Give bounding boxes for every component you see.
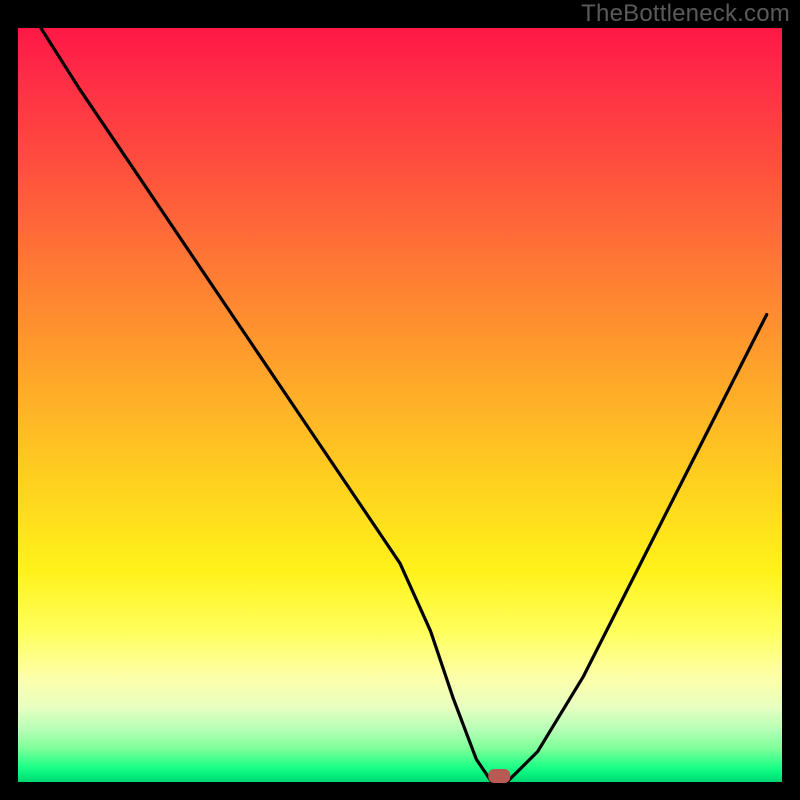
curve-layer [18, 28, 782, 782]
chart-container: TheBottleneck.com [0, 0, 800, 800]
optimal-point-marker [488, 769, 510, 783]
watermark-text: TheBottleneck.com [581, 0, 790, 28]
bottleneck-curve-path [41, 28, 767, 782]
plot-area [18, 28, 782, 782]
